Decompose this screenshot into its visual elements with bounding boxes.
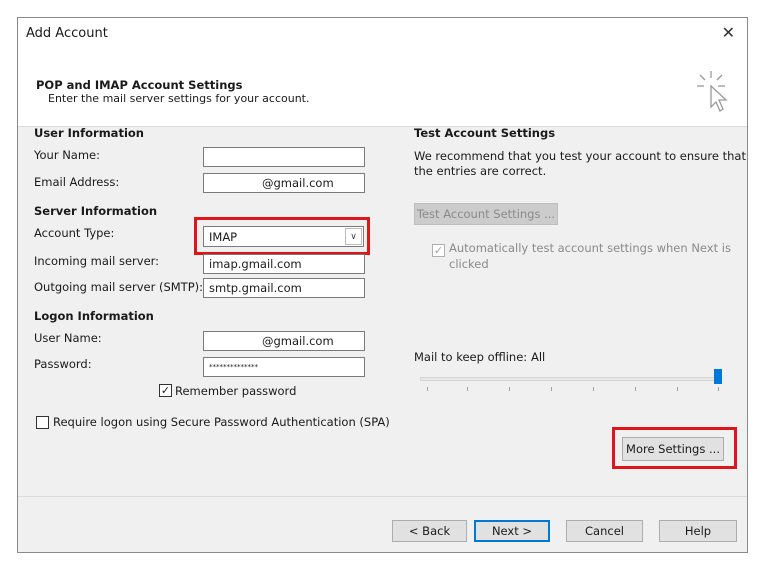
test-description-line1: We recommend that you test your account …: [414, 149, 746, 163]
password-input[interactable]: **************: [203, 357, 365, 377]
outgoing-server-input[interactable]: smtp.gmail.com: [203, 278, 365, 298]
auto-test-label-line2: clicked: [449, 257, 489, 271]
test-description-line2: the entries are correct.: [414, 164, 547, 178]
title-bar: Add Account ✕: [18, 18, 747, 49]
offline-label: Mail to keep offline:: [414, 350, 528, 364]
header-subtitle: Enter the mail server settings for your …: [48, 92, 310, 105]
outgoing-server-label: Outgoing mail server (SMTP):: [34, 280, 204, 294]
header-panel: POP and IMAP Account Settings Enter the …: [18, 49, 747, 127]
auto-test-label-line1: Automatically test account settings when…: [449, 241, 731, 255]
help-button[interactable]: Help: [659, 520, 737, 542]
server-info-heading: Server Information: [34, 204, 158, 218]
offline-slider-track[interactable]: [420, 377, 722, 381]
slider-tick: [635, 387, 636, 391]
slider-tick: [509, 387, 510, 391]
slider-tick: [593, 387, 594, 391]
spa-label: Require logon using Secure Password Auth…: [53, 415, 390, 429]
add-account-dialog: Add Account ✕ POP and IMAP Account Setti…: [17, 17, 748, 553]
username-label: User Name:: [34, 331, 102, 345]
test-account-settings-button[interactable]: Test Account Settings ...: [414, 203, 558, 225]
slider-tick: [427, 387, 428, 391]
account-type-label: Account Type:: [34, 226, 115, 240]
footer-separator: [18, 496, 747, 497]
email-input[interactable]: @gmail.com: [203, 173, 365, 193]
next-button[interactable]: Next >: [474, 520, 550, 542]
window-title: Add Account: [26, 26, 108, 41]
email-label: Email Address:: [34, 175, 120, 189]
back-button[interactable]: < Back: [392, 520, 467, 542]
slider-tick: [467, 387, 468, 391]
more-settings-highlight: [612, 427, 737, 469]
slider-tick: [677, 387, 678, 391]
incoming-server-label: Incoming mail server:: [34, 254, 160, 268]
slider-tick: [551, 387, 552, 391]
slider-tick: [718, 387, 719, 391]
incoming-server-input[interactable]: imap.gmail.com: [203, 254, 365, 274]
offline-value: All: [531, 350, 546, 364]
auto-test-checkbox[interactable]: ✓: [432, 244, 445, 257]
username-input[interactable]: @gmail.com: [203, 331, 365, 351]
close-icon[interactable]: ✕: [722, 23, 735, 42]
test-settings-heading: Test Account Settings: [414, 126, 556, 140]
your-name-label: Your Name:: [34, 148, 101, 162]
cursor-click-icon: [697, 71, 728, 112]
logon-info-heading: Logon Information: [34, 309, 154, 323]
remember-password-checkbox[interactable]: ✓: [159, 384, 172, 397]
account-type-highlight: [194, 217, 370, 255]
offline-slider-thumb[interactable]: [714, 369, 722, 384]
spa-checkbox[interactable]: [36, 416, 49, 429]
cancel-button[interactable]: Cancel: [566, 520, 643, 542]
remember-password-label: Remember password: [175, 384, 297, 398]
user-info-heading: User Information: [34, 126, 144, 140]
your-name-input[interactable]: [203, 147, 365, 167]
header-title: POP and IMAP Account Settings: [36, 78, 243, 92]
password-label: Password:: [34, 357, 92, 371]
